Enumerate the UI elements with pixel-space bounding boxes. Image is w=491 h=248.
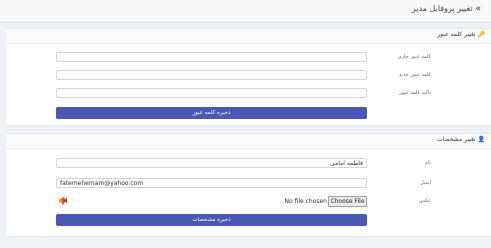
change-profile-panel: 👤تغییر مشخصات نام فاطمه امامی ایمیل fate…	[6, 133, 491, 237]
new-password-label: کلمه عبور جدید	[398, 72, 431, 78]
save-password-button[interactable]: ذخیره کلمه عبور	[56, 107, 367, 119]
name-label: نام	[424, 160, 431, 166]
name-input[interactable]: فاطمه امامی	[56, 158, 367, 168]
email-input[interactable]: fatemehemam@yahoo.com	[56, 178, 367, 188]
change-password-panel: 🔑تغییر کلمه عبور کلمه عبور جاری کلمه عبو…	[6, 28, 491, 126]
file-status: No file chosen	[284, 198, 327, 205]
change-profile-panel-header: 👤تغییر مشخصات	[6, 134, 491, 149]
email-label: ایمیل	[420, 180, 431, 186]
change-password-panel-header: 🔑تغییر کلمه عبور	[6, 29, 491, 44]
choose-file-button[interactable]: Choose File	[328, 196, 367, 207]
change-password-title: 🔑تغییر کلمه عبور	[437, 31, 485, 38]
confirm-password-label: تاکید کلمه عبور	[399, 90, 431, 96]
user-icon: 👤	[477, 136, 485, 143]
avatar-image	[59, 197, 67, 205]
save-profile-button[interactable]: ذخیره مشخصات	[56, 214, 367, 226]
current-password-label: کلمه عبور جاری	[397, 54, 431, 60]
confirm-password-input[interactable]	[56, 88, 367, 98]
image-file-picker: No file chosen Choose File	[56, 195, 367, 207]
current-password-input[interactable]	[56, 52, 367, 62]
page-title: »تغییر پروفایل مدیر	[411, 4, 481, 14]
image-label: عکس	[418, 198, 431, 204]
double-chevron-icon: »	[475, 4, 481, 14]
key-icon: 🔑	[477, 31, 485, 38]
page-header: »تغییر پروفایل مدیر	[0, 0, 491, 23]
new-password-input[interactable]	[56, 70, 367, 80]
change-profile-title: 👤تغییر مشخصات	[436, 136, 485, 143]
